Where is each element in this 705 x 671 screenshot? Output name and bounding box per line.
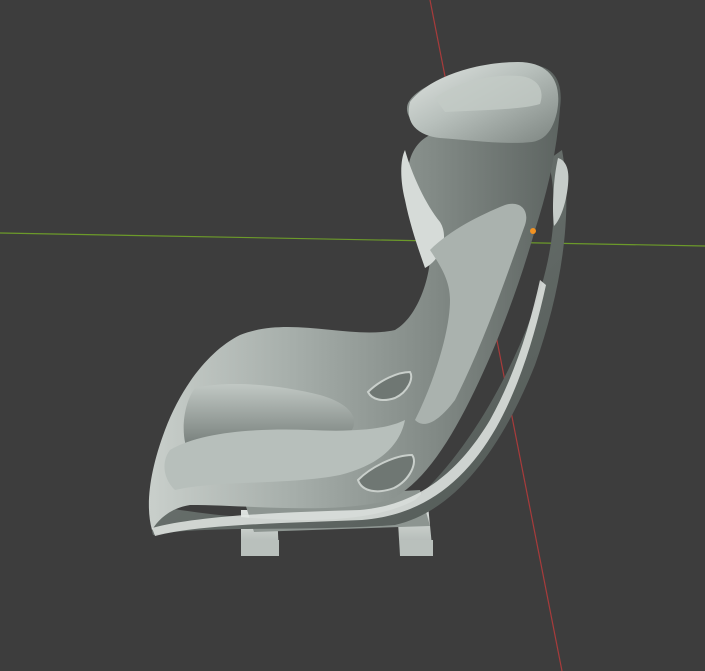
3d-viewport[interactable] <box>0 0 705 671</box>
object-origin-dot[interactable] <box>530 228 536 234</box>
viewport-canvas[interactable] <box>0 0 705 671</box>
y-axis-line <box>0 232 705 247</box>
racing-seat[interactable] <box>148 62 569 536</box>
